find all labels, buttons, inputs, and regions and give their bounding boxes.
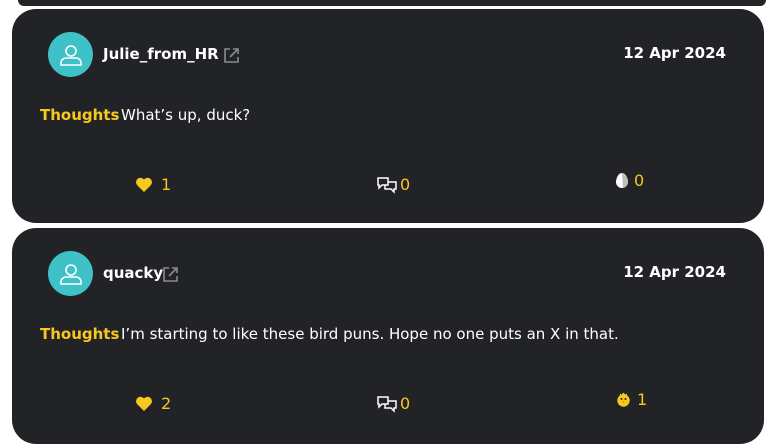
post-category-tag: Thoughts (40, 325, 120, 343)
like-button[interactable]: 2 (135, 394, 171, 413)
comment-button[interactable]: 0 (376, 175, 410, 194)
comment-button[interactable]: 0 (376, 394, 410, 413)
reaction-count: 1 (637, 390, 648, 409)
user-icon (59, 263, 82, 285)
reaction-button[interactable]: 0 (615, 171, 644, 190)
comments-icon (377, 395, 397, 413)
comments-icon (377, 176, 397, 194)
post-date: 12 Apr 2024 (623, 44, 726, 62)
like-button[interactable]: 1 (135, 175, 171, 194)
username[interactable]: quacky (103, 264, 163, 282)
post-date: 12 Apr 2024 (623, 263, 726, 281)
username[interactable]: Julie_from_HR (103, 45, 219, 63)
heart-icon (136, 396, 152, 411)
like-count: 2 (161, 394, 172, 413)
heart-icon (136, 177, 152, 192)
post-card: Julie_from_HR 12 Apr 2024 Thoughts What’… (12, 9, 764, 223)
post-text: What’s up, duck? (121, 106, 251, 124)
previous-post-card-edge (18, 0, 766, 6)
chick-icon (617, 392, 630, 407)
reaction-button[interactable]: 1 (615, 390, 647, 409)
avatar[interactable] (48, 251, 93, 296)
post-category-tag: Thoughts (40, 106, 120, 124)
external-link-icon[interactable] (223, 47, 240, 64)
post-card: quacky 12 Apr 2024 Thoughts I’m starting… (12, 228, 764, 444)
reaction-count: 0 (634, 171, 645, 190)
external-link-icon[interactable] (162, 266, 179, 283)
avatar[interactable] (48, 32, 93, 77)
user-icon (59, 44, 82, 66)
post-text: I’m starting to like these bird puns. Ho… (121, 325, 619, 343)
comment-count: 0 (400, 394, 411, 413)
egg-icon (616, 173, 629, 188)
comment-count: 0 (400, 175, 411, 194)
like-count: 1 (161, 175, 172, 194)
